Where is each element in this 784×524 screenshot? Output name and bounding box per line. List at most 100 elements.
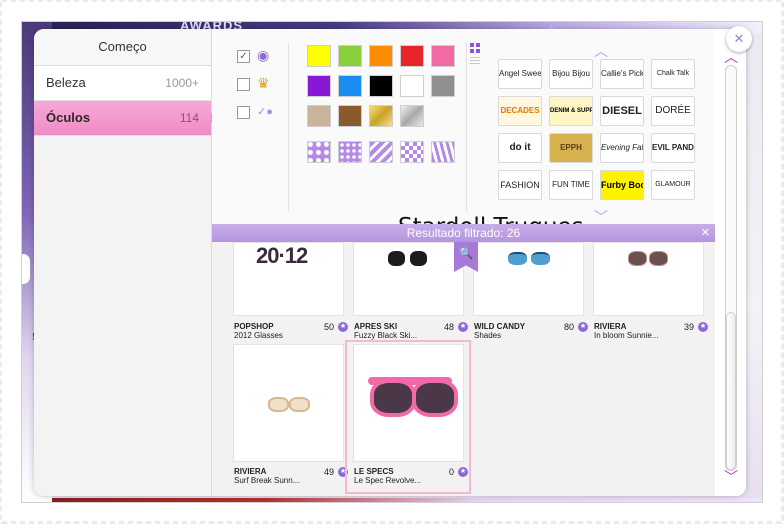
item-brand: RIVIERA: [594, 322, 627, 331]
scroll-thumb[interactable]: [726, 312, 736, 470]
brand-logo[interactable]: DECADES: [498, 96, 542, 126]
pattern-stripes[interactable]: [369, 141, 393, 163]
brand-logo[interactable]: GLAMOUR: [651, 170, 695, 200]
results-count-label: Resultado filtrado: 26: [406, 226, 521, 240]
category-sidebar: Começo Beleza 1000+ Óculos 114: [34, 29, 217, 496]
results-bar: Resultado filtrado: 26 ✕: [212, 224, 715, 242]
shop-panel: Começo Beleza 1000+ Óculos 114 ✓ ◉ ♛ ✓●: [34, 29, 746, 496]
glasses-beige-icon: [268, 397, 310, 412]
swatch-gray[interactable]: [431, 75, 455, 97]
pattern-checks[interactable]: [400, 141, 424, 163]
item-price: 50: [323, 322, 334, 332]
swatch-green[interactable]: [338, 45, 362, 67]
item-card[interactable]: [233, 344, 344, 462]
item-card[interactable]: [473, 242, 584, 316]
brand-logo[interactable]: DORÉE: [651, 96, 695, 126]
item-grid: 20·12 POPSHOP 2012 Glasses 50 ★ APRES SK…: [212, 242, 715, 496]
filter-other[interactable]: ✓●: [237, 103, 277, 123]
brand-logo-grid: Angel Sweet Bijou Bijou Callie's Picks C…: [494, 51, 704, 211]
crown-icon: ♛: [257, 75, 270, 91]
scroll-down-icon[interactable]: ﹀: [724, 467, 738, 487]
brand-logo[interactable]: DIESEL: [600, 96, 644, 126]
checkbox-icon[interactable]: [237, 106, 250, 119]
item-brand: APRES SKI: [354, 322, 398, 331]
brand-logo[interactable]: Angel Sweet: [498, 59, 542, 89]
filter-superstar[interactable]: ♛: [237, 75, 277, 95]
starcoin-icon: ★: [578, 322, 588, 332]
sidebar-item-count: 1000+: [165, 76, 199, 90]
item-brand: WILD CANDY: [474, 322, 526, 331]
item-price: 80: [563, 322, 574, 332]
magnifier-icon[interactable]: 🔍: [454, 242, 478, 272]
brand-logo[interactable]: EVIL PANDA: [651, 133, 695, 163]
item-name: In bloom Sunnie...: [594, 331, 659, 340]
brand-logo[interactable]: Furby Boom!: [600, 170, 644, 200]
grid-view-icon[interactable]: [470, 43, 480, 53]
item-name: 2012 Glasses: [234, 331, 283, 340]
filter-area: ✓ ◉ ♛ ✓● ︿ Angel Sweet Bijou Bijou Calli…: [212, 29, 714, 225]
swatch-beige[interactable]: [307, 105, 331, 127]
item-info: RIVIERA In bloom Sunnie... 39 ★: [594, 322, 710, 346]
pattern-floral[interactable]: [307, 141, 331, 163]
item-name: Fuzzy Black Ski...: [354, 331, 418, 340]
brand-logo[interactable]: Callie's Picks: [600, 59, 644, 89]
swatch-yellow[interactable]: [307, 45, 331, 67]
filter-starcoins[interactable]: ✓ ◉: [237, 47, 277, 67]
selected-item-highlight: [345, 340, 471, 494]
sidebar-item-label: Beleza: [46, 75, 86, 90]
starcoin-icon: ★: [458, 322, 468, 332]
item-price: 49: [323, 467, 334, 477]
filter-divider: [466, 43, 467, 211]
starcoin-icon: ★: [338, 322, 348, 332]
swatch-black[interactable]: [369, 75, 393, 97]
sidebar-item-count: 114: [179, 111, 199, 125]
item-brand: RIVIERA: [234, 467, 267, 476]
glasses-floral-icon: [628, 251, 668, 266]
item-name: Shades: [474, 331, 502, 340]
brand-logo[interactable]: do it: [498, 133, 542, 163]
swatch-orange[interactable]: [369, 45, 393, 67]
glasses-black-icon: [388, 251, 428, 267]
swatch-pink[interactable]: [431, 45, 455, 67]
sidebar-item-beauty[interactable]: Beleza 1000+: [34, 66, 211, 101]
check-dot-icon: ✓●: [257, 106, 273, 118]
checkbox-icon[interactable]: [237, 78, 250, 91]
brand-logo[interactable]: Bijou Bijou: [549, 59, 593, 89]
sidebar-header-start[interactable]: Começo: [34, 29, 211, 66]
brand-logo[interactable]: FUN TIME: [549, 170, 593, 200]
swatch-red[interactable]: [400, 45, 424, 67]
brand-logo[interactable]: EPPH: [549, 133, 593, 163]
brand-logo[interactable]: Evening Falls: [600, 133, 644, 163]
item-brand: POPSHOP: [234, 322, 274, 331]
filter-divider: [288, 43, 289, 211]
sidebar-item-glasses[interactable]: Óculos 114: [34, 101, 217, 136]
starcoin-icon: ★: [698, 322, 708, 332]
swatch-blue[interactable]: [338, 75, 362, 97]
brand-logo[interactable]: FASHION: [498, 170, 542, 200]
swatch-brown[interactable]: [338, 105, 362, 127]
glasses-2012-icon: 20·12: [256, 243, 308, 268]
item-card[interactable]: 20·12: [233, 242, 344, 316]
brand-logo[interactable]: DENIM & SUPPLY: [549, 96, 593, 126]
item-name: Surf Break Sunn...: [234, 476, 300, 485]
pattern-dots[interactable]: [338, 141, 362, 163]
item-info: WILD CANDY Shades 80 ★: [474, 322, 590, 346]
pattern-zebra[interactable]: [431, 141, 455, 163]
item-card[interactable]: [593, 242, 704, 316]
swatch-gold[interactable]: [369, 105, 393, 127]
item-scrollbar[interactable]: ︿ ﹀: [715, 29, 746, 496]
view-toggle[interactable]: [470, 43, 482, 67]
swatch-purple[interactable]: [307, 75, 331, 97]
background-side-handle: [22, 254, 30, 284]
swatch-white[interactable]: [400, 75, 424, 97]
item-card[interactable]: [353, 242, 464, 316]
close-icon[interactable]: ✕: [726, 26, 752, 52]
scroll-track[interactable]: [725, 65, 737, 471]
checkbox-checked-icon[interactable]: ✓: [237, 50, 250, 63]
glasses-blue-icon: [508, 252, 550, 265]
brand-logo[interactable]: Chalk Talk: [651, 59, 695, 89]
clear-filter-icon[interactable]: ✕: [701, 224, 710, 242]
swatch-silver[interactable]: [400, 105, 424, 127]
item-price: 48: [443, 322, 454, 332]
list-view-icon[interactable]: [470, 57, 480, 66]
